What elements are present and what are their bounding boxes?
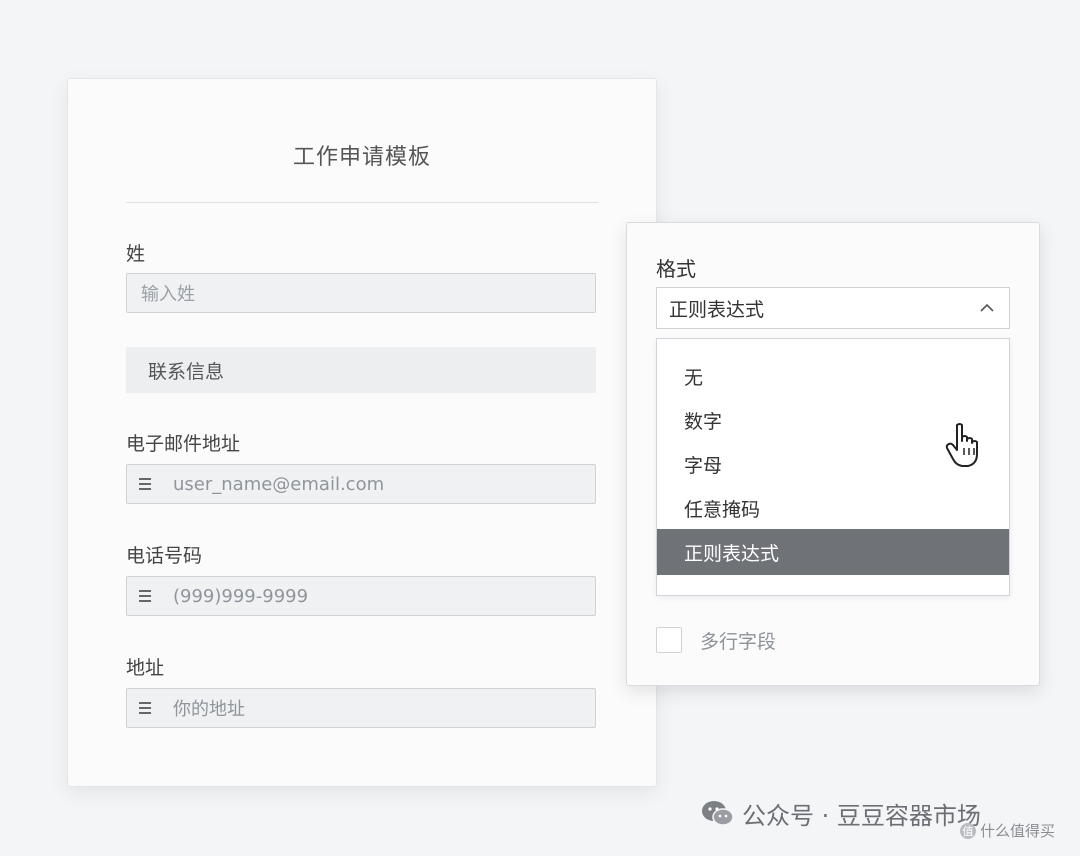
option-regex[interactable]: 正则表达式 — [657, 529, 1009, 575]
format-select[interactable]: 正则表达式 — [656, 287, 1010, 329]
phone-label: 电话号码 — [126, 545, 203, 567]
email-placeholder: user_name@email.com — [173, 473, 385, 495]
watermark-text: 公众号 · 豆豆容器市场 — [742, 802, 981, 830]
title-divider — [126, 202, 598, 203]
option-none[interactable]: 无 — [657, 353, 1009, 399]
phone-input[interactable]: (999)999-9999 — [126, 576, 596, 616]
email-input[interactable]: user_name@email.com — [126, 464, 596, 504]
email-label: 电子邮件地址 — [126, 433, 241, 455]
address-placeholder: 你的地址 — [173, 699, 245, 720]
last-name-placeholder: 输入姓 — [141, 284, 195, 305]
hand-pointer-icon — [945, 423, 978, 467]
menu-lines-icon — [139, 478, 157, 490]
last-name-label: 姓 — [126, 243, 146, 265]
form-title: 工作申请模板 — [292, 145, 431, 170]
watermark-secondary-text: 什么值得买 — [980, 822, 1056, 840]
zdm-badge-icon: 值 — [960, 822, 976, 839]
chevron-up-icon[interactable] — [979, 300, 995, 316]
watermark-secondary: 值 什么值得买 — [960, 820, 1055, 841]
format-select-value: 正则表达式 — [669, 298, 765, 321]
option-any-mask[interactable]: 任意掩码 — [657, 485, 1009, 531]
phone-placeholder: (999)999-9999 — [173, 585, 309, 607]
contact-info-section: 联系信息 — [126, 347, 596, 393]
wechat-icon — [702, 800, 734, 826]
multiline-label: 多行字段 — [700, 631, 777, 653]
contact-info-label: 联系信息 — [148, 360, 225, 383]
format-panel: 格式 正则表达式 无 数字 字母 任意掩码 正则表达式 多行字段 — [626, 222, 1040, 686]
last-name-input[interactable]: 输入姓 — [126, 273, 596, 313]
address-input[interactable]: 你的地址 — [126, 688, 596, 728]
menu-lines-icon — [139, 590, 157, 602]
watermark: 公众号 · 豆豆容器市场 — [700, 796, 981, 831]
form-card: 工作申请模板 姓 输入姓 联系信息 电子邮件地址 user_name@email… — [67, 78, 657, 787]
menu-lines-icon — [139, 702, 157, 714]
multiline-checkbox[interactable] — [656, 627, 682, 653]
address-label: 地址 — [126, 657, 165, 679]
format-label: 格式 — [656, 257, 696, 281]
